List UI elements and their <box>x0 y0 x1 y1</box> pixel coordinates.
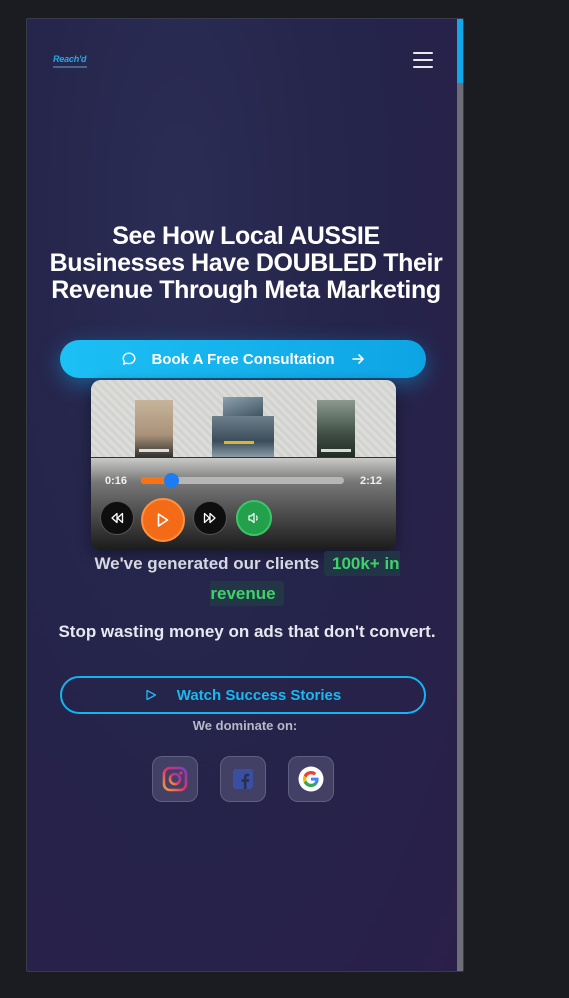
instagram-link[interactable] <box>152 756 198 802</box>
fast-forward-icon <box>203 512 216 524</box>
progress-slider[interactable] <box>141 473 344 488</box>
video-preview[interactable] <box>91 380 396 458</box>
volume-button[interactable] <box>236 500 272 536</box>
google-link[interactable] <box>288 756 334 802</box>
watch-success-stories-label: Watch Success Stories <box>176 686 342 704</box>
progress-knob[interactable] <box>164 473 180 488</box>
logo-text: Reach'd <box>53 54 87 64</box>
brand-logo[interactable]: Reach'd <box>53 55 93 69</box>
tagline: Stop wasting money on ads that don't con… <box>58 622 436 641</box>
book-consultation-button[interactable]: Book A Free Consultation <box>60 340 426 378</box>
scrollbar[interactable] <box>457 19 463 971</box>
instagram-icon <box>162 766 188 792</box>
video-thumbnail-person <box>135 400 173 458</box>
arrow-right-icon <box>351 354 364 364</box>
logo-tagline-bar <box>53 66 87 68</box>
facebook-icon <box>233 769 253 789</box>
rewind-button[interactable] <box>100 501 134 535</box>
mobile-frame: Reach'd See How Local AUSSIE Businesses … <box>26 18 464 972</box>
play-outline-icon <box>146 689 156 701</box>
google-icon <box>298 766 324 792</box>
platforms-heading: We dominate on: <box>192 718 298 733</box>
video-thumbnail-car <box>212 416 274 458</box>
volume-icon <box>248 512 258 524</box>
play-button[interactable] <box>141 498 185 542</box>
video-player[interactable]: 0:16 2:12 <box>91 380 396 550</box>
hamburger-icon[interactable] <box>413 52 433 68</box>
current-time: 0:16 <box>105 475 128 487</box>
revenue-stat-prefix: We've generated our clients <box>94 554 320 573</box>
rewind-icon <box>111 512 124 524</box>
chat-bubble-icon <box>122 352 136 365</box>
video-divider <box>91 457 396 458</box>
fast-forward-button[interactable] <box>193 501 227 535</box>
hero-headline: See How Local AUSSIE Businesses Have DOU… <box>49 222 443 304</box>
video-thumbnail-car-top <box>223 397 263 417</box>
facebook-link[interactable] <box>220 756 266 802</box>
book-consultation-label: Book A Free Consultation <box>151 350 335 368</box>
duration: 2:12 <box>359 475 382 487</box>
scrollbar-thumb[interactable] <box>457 19 463 83</box>
watch-success-stories-button[interactable]: Watch Success Stories <box>60 676 426 714</box>
video-thumbnail-vehicle <box>317 400 355 458</box>
play-icon <box>157 513 169 527</box>
revenue-stat: We've generated our clients 100k+ in rev… <box>67 549 427 609</box>
